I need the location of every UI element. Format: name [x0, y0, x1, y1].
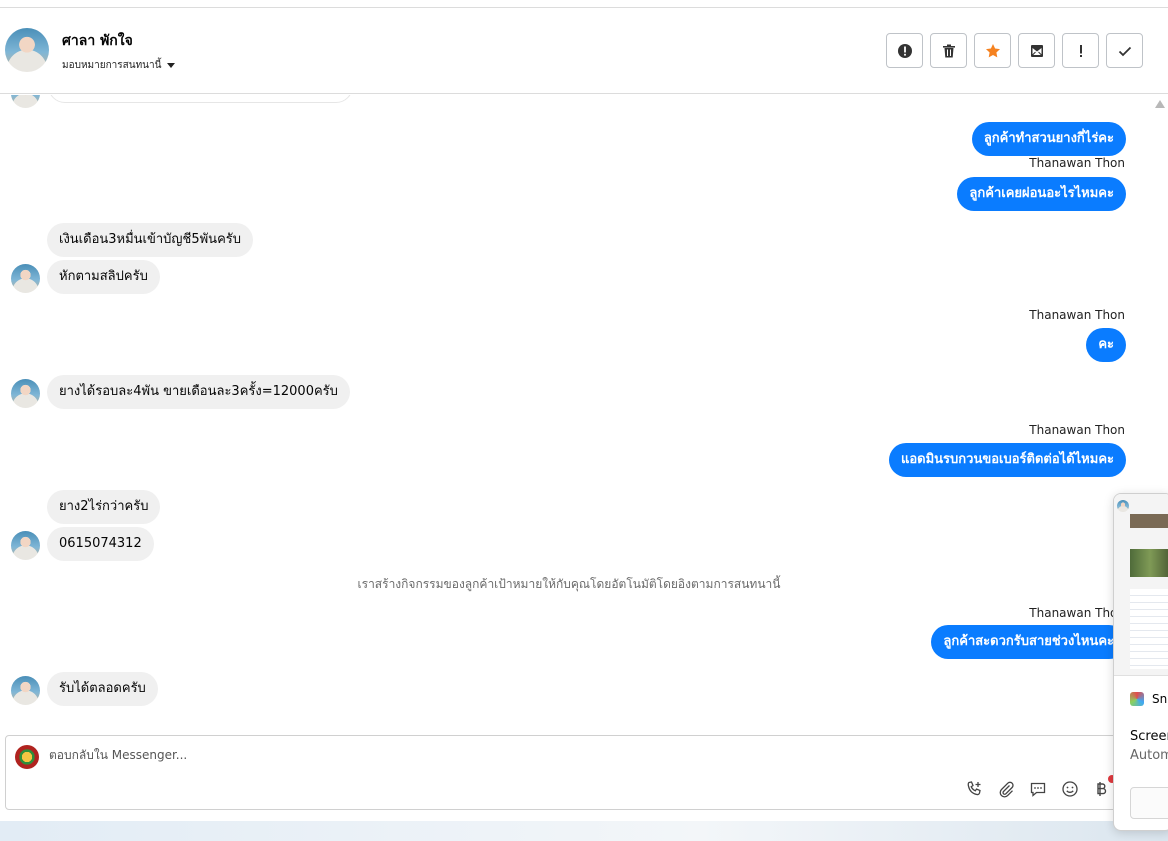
contact-avatar-small	[11, 531, 40, 560]
message-text: เงินเดือน3หมื่นเข้าบัญชี5พันครับ	[47, 223, 253, 257]
message-bubble[interactable]: ลูกค้าสะดวกรับสายช่วงไหนคะ	[931, 625, 1126, 659]
contact-avatar-small	[11, 379, 40, 408]
screenshot-preview[interactable]	[1114, 494, 1168, 676]
message-bubble[interactable]: คะ	[1086, 328, 1126, 362]
message-bubble[interactable]: หักตามสลิปครับ	[47, 260, 160, 294]
mail-icon	[1030, 44, 1043, 57]
previous-message-bubble	[48, 95, 353, 103]
contact-avatar[interactable]	[5, 28, 49, 72]
conversation-header: ศาลา พักใจ มอบหมายการสนทนานี้	[0, 9, 1168, 94]
message-bubble[interactable]: แอดมินรบกวนขอเบอร์ติดต่อได้ไหมคะ	[888, 443, 1126, 477]
emoji-button[interactable]	[1060, 779, 1080, 799]
sender-name: Thanawan Thon	[1029, 156, 1125, 170]
app-label: Sni	[1152, 692, 1168, 706]
preview-image	[1130, 514, 1168, 528]
message-text: รับได้ตลอดครับ	[47, 672, 158, 706]
message-bubble[interactable]: ยางได้รอบละ4พัน ขายเดือนละ3ครั้ง=12000คร…	[47, 375, 350, 409]
snipping-tool-notification[interactable]: Sni Screen Autom	[1113, 493, 1168, 831]
message-bubble[interactable]: ลูกค้าทำสวนยางกี่ไร่คะ	[971, 122, 1126, 156]
notification-action-button[interactable]	[1130, 787, 1168, 819]
composer-tools	[964, 779, 1112, 799]
message-text: ยาง2ไร่กว่าครับ	[47, 490, 161, 524]
header-actions	[886, 33, 1143, 68]
preview-document	[1130, 589, 1168, 669]
top-bar	[0, 0, 1168, 8]
message-text: หักตามสลิปครับ	[47, 260, 160, 294]
exclamation-circle-icon	[897, 43, 912, 58]
spam-button[interactable]	[886, 33, 923, 68]
message-bubble[interactable]: ยาง2ไร่กว่าครับ	[47, 490, 161, 524]
assign-label: มอบหมายการสนทนานี้	[62, 60, 162, 71]
baht-icon	[1097, 782, 1107, 796]
notification-body: Autom	[1130, 748, 1168, 763]
done-button[interactable]	[1106, 33, 1143, 68]
message-thread[interactable]: ลูกค้าทำสวนยางกี่ไร่คะ Thanawan Thon ลูก…	[0, 95, 1168, 735]
reply-input[interactable]	[49, 748, 849, 762]
page-footer-band	[0, 821, 1168, 841]
preview-image	[1130, 549, 1168, 577]
message-text: ยางได้รอบละ4พัน ขายเดือนละ3ครั้ง=12000คร…	[47, 375, 350, 409]
message-text: ลูกค้าทำสวนยางกี่ไร่คะ	[971, 122, 1126, 156]
page-avatar	[15, 745, 39, 769]
message-bubble[interactable]: 0615074312	[47, 527, 154, 561]
message-text: ลูกค้าสะดวกรับสายช่วงไหนคะ	[931, 625, 1126, 659]
contact-avatar-small	[11, 676, 40, 705]
message-text: แอดมินรบกวนขอเบอร์ติดต่อได้ไหมคะ	[888, 443, 1126, 477]
contact-avatar-small	[11, 95, 40, 108]
paperclip-icon	[999, 781, 1014, 798]
check-icon	[1118, 46, 1131, 56]
scroll-up-arrow-icon[interactable]	[1155, 100, 1165, 108]
notification-title: Screen	[1130, 729, 1168, 744]
delete-button[interactable]	[930, 33, 967, 68]
follow-up-button[interactable]	[1062, 33, 1099, 68]
preview-avatar	[1117, 500, 1129, 512]
sender-name: Thanawan Thon	[1029, 423, 1125, 437]
exclamation-icon	[1079, 44, 1082, 57]
message-bubble[interactable]: ลูกค้าเคยผ่อนอะไรไหมคะ	[957, 177, 1126, 211]
sender-name: Thanawan Thon	[1029, 606, 1125, 620]
mark-unread-button[interactable]	[1018, 33, 1055, 68]
star-button[interactable]	[974, 33, 1011, 68]
message-bubble[interactable]: รับได้ตลอดครับ	[47, 672, 158, 706]
call-button[interactable]	[964, 779, 984, 799]
sender-name: Thanawan Thon	[1029, 308, 1125, 322]
message-text: ลูกค้าเคยผ่อนอะไรไหมคะ	[957, 177, 1126, 211]
message-text: คะ	[1086, 328, 1126, 362]
phone-add-icon	[967, 781, 981, 796]
caret-down-icon	[167, 62, 176, 68]
star-icon	[985, 43, 1000, 57]
app-header: Sni	[1130, 692, 1168, 706]
saved-replies-button[interactable]	[1028, 779, 1048, 799]
reply-composer	[5, 735, 1135, 810]
message-bubble[interactable]: เงินเดือน3หมื่นเข้าบัญชี5พันครับ	[47, 223, 253, 257]
emoji-icon	[1062, 781, 1078, 797]
system-note: เราสร้างกิจกรรมของลูกค้าเป้าหมายให้กับคุ…	[357, 577, 781, 591]
attach-button[interactable]	[996, 779, 1016, 799]
message-text: 0615074312	[47, 527, 154, 561]
contact-avatar-small	[11, 264, 40, 293]
assign-conversation-dropdown[interactable]: มอบหมายการสนทนานี้	[62, 58, 176, 73]
snipping-tool-icon	[1130, 692, 1144, 706]
contact-name[interactable]: ศาลา พักใจ	[62, 30, 133, 52]
saved-reply-icon	[1030, 782, 1046, 797]
trash-icon	[942, 44, 955, 57]
